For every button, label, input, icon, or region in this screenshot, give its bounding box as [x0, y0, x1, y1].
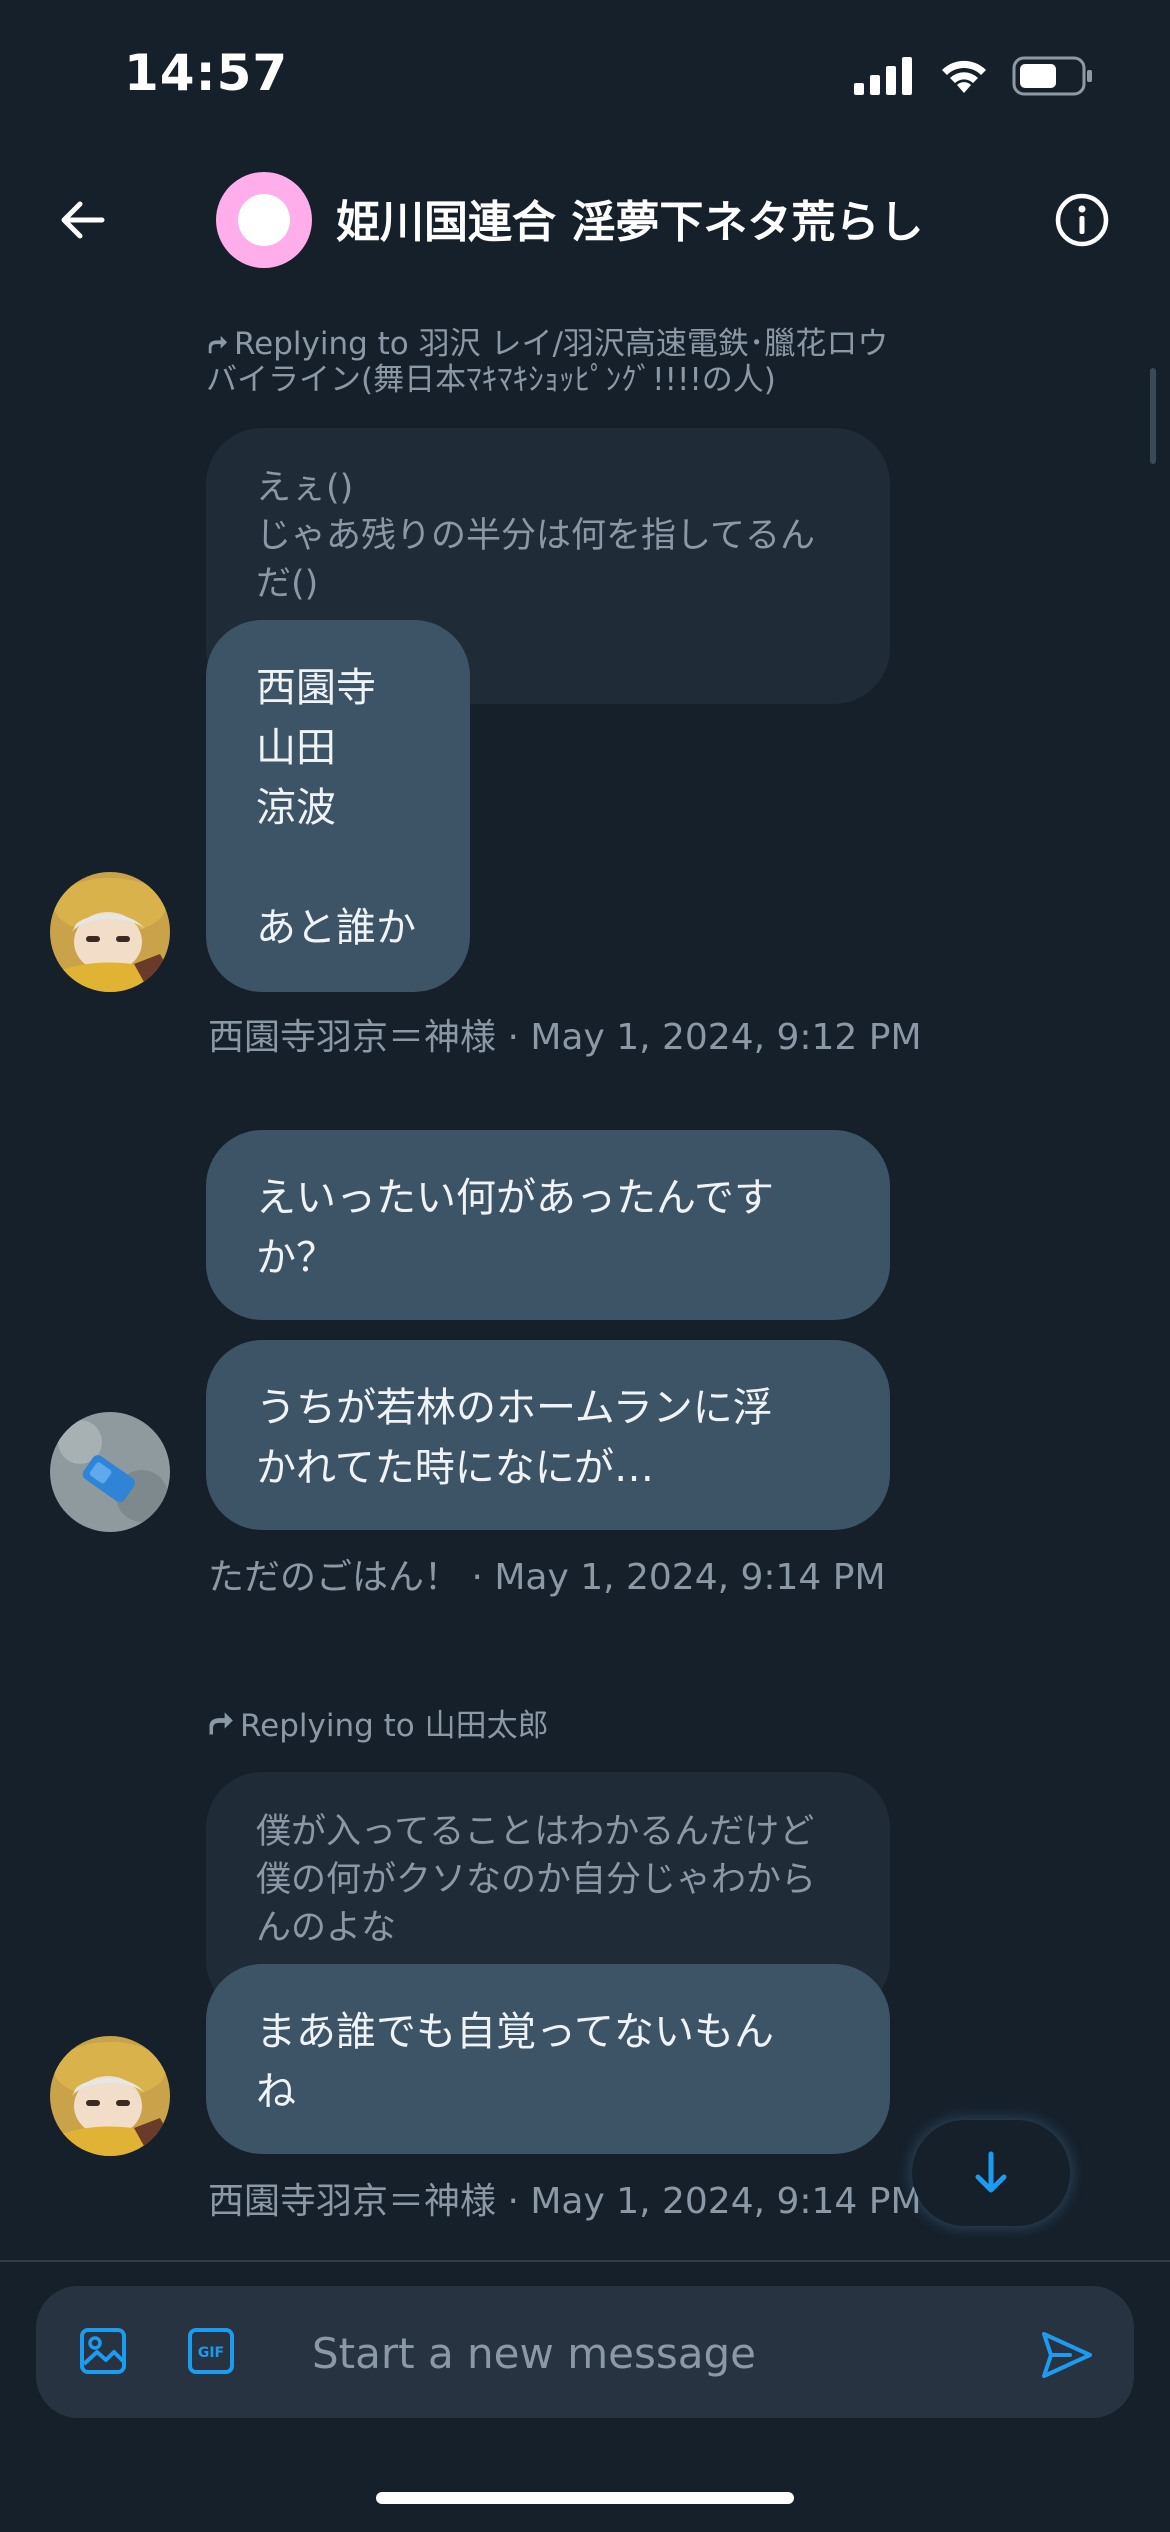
reply-arrow-icon — [208, 335, 228, 354]
message-bubble[interactable]: えいったい何があったんです か？ — [206, 1130, 890, 1320]
home-indicator[interactable] — [376, 2492, 794, 2504]
message-text: まあ誰でも自覚ってないもん ね — [256, 2009, 774, 2115]
info-button[interactable] — [1054, 192, 1110, 248]
sender-avatar[interactable] — [50, 1412, 170, 1532]
reply-to-text: Replying to 羽沢 レイ/羽沢高速電鉄･臘花ロウ バイライン(舞日本ﾏ… — [206, 326, 889, 398]
avatar-image — [50, 1412, 170, 1532]
avatar-image — [50, 872, 170, 992]
status-icons — [854, 56, 1094, 96]
gif-label: GIF — [198, 2345, 224, 2361]
quoted-text: えぇ() じゃあ残りの半分は何を指してるん だ() — [256, 468, 815, 604]
message-bubble[interactable]: 西園寺 山田 涼波 あと誰か — [206, 620, 470, 992]
message-bubble[interactable]: まあ誰でも自覚ってないもん ね — [206, 1964, 890, 2154]
reply-arrow-icon — [209, 1712, 233, 1735]
avatar-image — [50, 2036, 170, 2156]
conversation-title[interactable]: 姫川国連合 淫夢下ネタ荒らし — [336, 186, 923, 250]
message-meta: 西園寺羽京＝神様 · May 1, 2024, 9:12 PM — [208, 1017, 922, 1058]
back-arrow-icon — [61, 201, 105, 239]
message-input[interactable] — [310, 2320, 1014, 2386]
send-button[interactable] — [1040, 2328, 1094, 2386]
send-icon — [1042, 2332, 1092, 2378]
reply-indicator[interactable]: Replying to 羽沢 レイ/羽沢高速電鉄･臘花ロウ バイライン(舞日本ﾏ… — [206, 326, 888, 398]
message-meta: ただのごはん！ · May 1, 2024, 9:14 PM — [208, 1557, 886, 1598]
conversation-header: 姫川国連合 淫夢下ネタ荒らし — [0, 140, 1170, 300]
add-gif-button[interactable]: GIF — [186, 2326, 236, 2380]
sender-avatar[interactable] — [50, 872, 170, 992]
message-text: えいったい何があったんです か？ — [256, 1175, 774, 1281]
scrollbar-thumb[interactable] — [1150, 368, 1156, 464]
group-avatar-center — [238, 194, 290, 246]
message-meta: 西園寺羽京＝神様 · May 1, 2024, 9:14 PM — [208, 2181, 922, 2222]
message-bubble[interactable]: うちが若林のホームランに浮 かれてた時になにが… — [206, 1340, 890, 1530]
cellular-signal-icon — [854, 57, 912, 95]
reply-to-text: Replying to 山田太郎 — [240, 1708, 549, 1744]
message-text: うちが若林のホームランに浮 かれてた時になにが… — [256, 1385, 773, 1491]
composer-divider — [0, 2260, 1170, 2262]
scroll-to-bottom-button[interactable] — [912, 2120, 1070, 2226]
group-avatar[interactable] — [216, 172, 312, 268]
battery-icon — [1012, 56, 1092, 96]
image-icon — [80, 2328, 126, 2374]
status-bar: 14:57 — [0, 0, 1170, 140]
arrow-down-icon — [975, 2151, 1007, 2193]
quoted-text: 僕が入ってることはわかるんだけど 僕の何がクソなのか自分じゃわから んのよな — [256, 1812, 817, 1948]
wifi-icon — [942, 60, 986, 93]
sender-avatar[interactable] — [50, 2036, 170, 2156]
reply-indicator[interactable]: Replying to 山田太郎 — [206, 1708, 549, 1744]
status-time: 14:57 — [124, 44, 289, 102]
back-button[interactable] — [52, 190, 112, 250]
info-icon — [1055, 193, 1109, 247]
message-composer: GIF — [36, 2286, 1134, 2418]
gif-icon: GIF — [188, 2328, 234, 2374]
add-image-button[interactable] — [78, 2326, 128, 2380]
message-text: 西園寺 山田 涼波 あと誰か — [256, 665, 416, 951]
